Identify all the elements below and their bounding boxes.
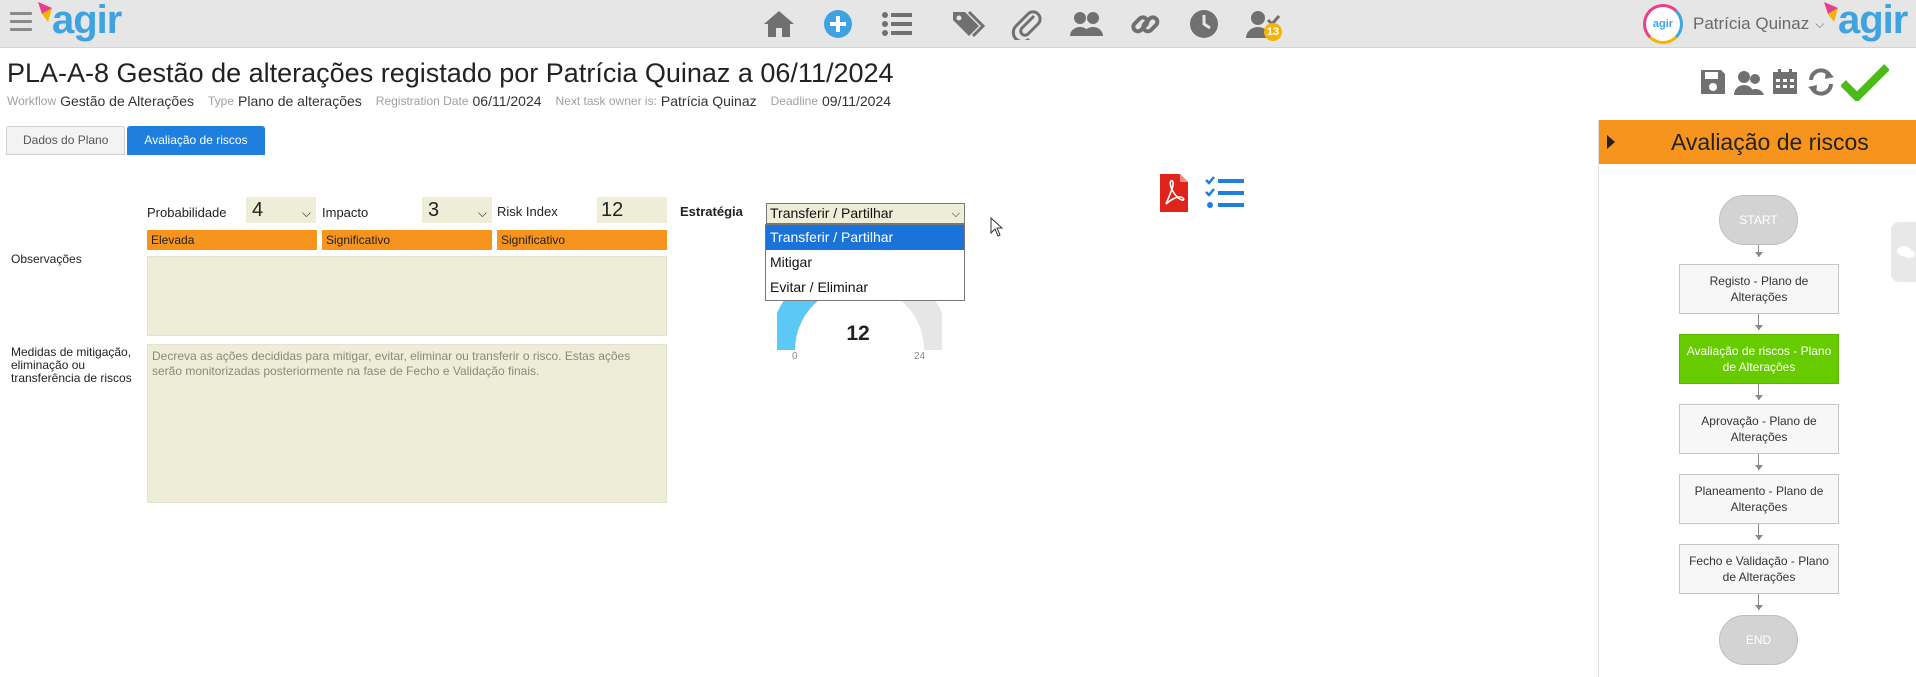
logo-text: agir bbox=[52, 0, 122, 42]
workflow-panel-title: Avaliação de riscos bbox=[1671, 128, 1869, 155]
medidas-label: Medidas de mitigação, eliminação ou tran… bbox=[11, 345, 132, 385]
user-tasks-icon[interactable]: 13 bbox=[1244, 5, 1282, 43]
estrategia-select[interactable]: Transferir / Partilhar ⌵ bbox=[766, 203, 965, 224]
tasks-badge: 13 bbox=[1264, 23, 1282, 41]
flow-arrow-icon bbox=[1755, 465, 1763, 470]
tags-icon[interactable] bbox=[949, 5, 987, 43]
flow-step-planeamento[interactable]: Planeamento - Plano de Alterações bbox=[1679, 474, 1839, 524]
menu-icon[interactable] bbox=[10, 12, 32, 32]
meta-type-label: Type bbox=[208, 94, 235, 108]
home-icon[interactable] bbox=[760, 5, 798, 43]
chevron-down-icon: ⌵ bbox=[477, 206, 487, 220]
estrategia-value: Transferir / Partilhar bbox=[770, 205, 894, 221]
estrategia-label: Estratégia bbox=[680, 204, 743, 219]
check-icon[interactable] bbox=[1841, 64, 1889, 101]
flow-step-avaliacao[interactable]: Avaliação de riscos - Plano de Alteraçõe… bbox=[1679, 334, 1839, 384]
flow-arrow-icon bbox=[1755, 252, 1763, 257]
meta-registration-label: Registration Date bbox=[375, 94, 469, 108]
pdf-icon[interactable] bbox=[1160, 174, 1188, 217]
meta-workflow-label: Workflow bbox=[7, 94, 57, 108]
chevron-down-icon: ⌵ bbox=[951, 208, 960, 220]
record-actions bbox=[1697, 64, 1893, 101]
risk-index-value: 12 bbox=[597, 197, 667, 223]
checklist-icon[interactable] bbox=[1205, 176, 1245, 215]
impacto-label: Impacto bbox=[322, 205, 369, 220]
observacoes-field[interactable] bbox=[147, 256, 667, 336]
flow-step-fecho[interactable]: Fecho e Validação - Plano de Alterações bbox=[1679, 544, 1839, 594]
risk-index-label: Risk Index bbox=[497, 204, 558, 219]
flow-step-registo[interactable]: Registo - Plano de Alterações bbox=[1679, 264, 1839, 314]
estrategia-option[interactable]: Evitar / Eliminar bbox=[766, 275, 964, 300]
estrategia-option[interactable]: Transferir / Partilhar bbox=[766, 225, 964, 250]
user-menu[interactable]: agir Patrícia Quinaz ⌵ bbox=[1643, 4, 1824, 44]
link-icon[interactable] bbox=[1126, 5, 1164, 43]
meta-owner-label: Next task owner is: bbox=[555, 94, 657, 108]
chevron-down-icon: ⌵ bbox=[301, 206, 311, 220]
refresh-icon[interactable] bbox=[1805, 66, 1837, 98]
risk-index-rating: Significativo bbox=[497, 230, 667, 250]
chat-icon bbox=[1897, 246, 1915, 258]
tab-dados-do-plano[interactable]: Dados do Plano bbox=[6, 126, 126, 155]
medidas-field[interactable]: Decreva as ações decididas para mitigar,… bbox=[147, 344, 667, 503]
add-icon[interactable] bbox=[819, 5, 857, 43]
meta-type-value: Plano de alterações bbox=[238, 93, 362, 109]
gauge-max: 24 bbox=[914, 351, 926, 362]
gauge-value: 12 bbox=[846, 322, 870, 345]
main-nav: 13 bbox=[760, 5, 1303, 43]
chat-tab[interactable] bbox=[1891, 222, 1916, 282]
workflow-panel-header[interactable]: Avaliação de riscos bbox=[1599, 120, 1916, 164]
probabilidade-select[interactable]: 4 ⌵ bbox=[246, 197, 316, 223]
flow-arrow-icon bbox=[1755, 605, 1763, 610]
meta-owner-value: Patrícia Quinaz bbox=[660, 93, 757, 109]
impacto-rating: Significativo bbox=[322, 230, 492, 250]
meta-deadline-value: 09/11/2024 bbox=[822, 93, 892, 109]
impacto-select[interactable]: 3 ⌵ bbox=[422, 197, 492, 223]
flow-arrow-icon bbox=[1755, 395, 1763, 400]
flow-start: START bbox=[1719, 195, 1798, 245]
user-name: Patrícia Quinaz bbox=[1693, 14, 1810, 33]
form-tabs: Dados do Plano Avaliação de riscos bbox=[6, 126, 267, 155]
observacoes-label: Observações bbox=[11, 252, 82, 266]
probabilidade-value: 4 bbox=[252, 199, 264, 221]
logo-text: agir bbox=[1838, 0, 1908, 42]
mouse-cursor-icon bbox=[990, 217, 1004, 237]
top-bar: agir 13 agir Patrícia Quinaz ⌵ agir bbox=[0, 0, 1916, 48]
workflow-panel: Avaliação de riscos START Registo - Plan… bbox=[1598, 120, 1916, 677]
gauge-min: 0 bbox=[792, 351, 798, 362]
probabilidade-label: Probabilidade bbox=[147, 205, 227, 220]
paperclip-icon[interactable] bbox=[1008, 5, 1046, 43]
impacto-value: 3 bbox=[428, 199, 440, 221]
meta-registration-value: 06/11/2024 bbox=[472, 93, 542, 109]
estrategia-dropdown: Transferir / Partilhar Mitigar Evitar / … bbox=[765, 224, 965, 301]
flow-end: END bbox=[1719, 615, 1798, 665]
flow-arrow-icon bbox=[1755, 325, 1763, 330]
probabilidade-rating: Elevada bbox=[147, 230, 317, 250]
list-icon[interactable] bbox=[878, 5, 916, 43]
participants-icon[interactable] bbox=[1733, 66, 1765, 98]
page-title: PLA-A-8 Gestão de alterações registado p… bbox=[7, 58, 894, 88]
avatar: agir bbox=[1643, 4, 1683, 44]
save-icon[interactable] bbox=[1697, 66, 1729, 98]
clock-icon[interactable] bbox=[1185, 5, 1223, 43]
flow-step-aprovacao[interactable]: Aprovação - Plano de Alterações bbox=[1679, 404, 1839, 454]
meta-workflow-value: Gestão de Alterações bbox=[60, 93, 194, 109]
tab-avaliacao-de-riscos[interactable]: Avaliação de riscos bbox=[127, 126, 265, 155]
calendar-icon[interactable] bbox=[1769, 66, 1801, 98]
users-icon[interactable] bbox=[1067, 5, 1105, 43]
flow-arrow-icon bbox=[1755, 535, 1763, 540]
meta-deadline-label: Deadline bbox=[770, 94, 818, 108]
record-meta: Workflow Gestão de Alterações Type Plano… bbox=[7, 93, 905, 109]
caret-right-icon bbox=[1607, 135, 1615, 149]
estrategia-option[interactable]: Mitigar bbox=[766, 250, 964, 275]
